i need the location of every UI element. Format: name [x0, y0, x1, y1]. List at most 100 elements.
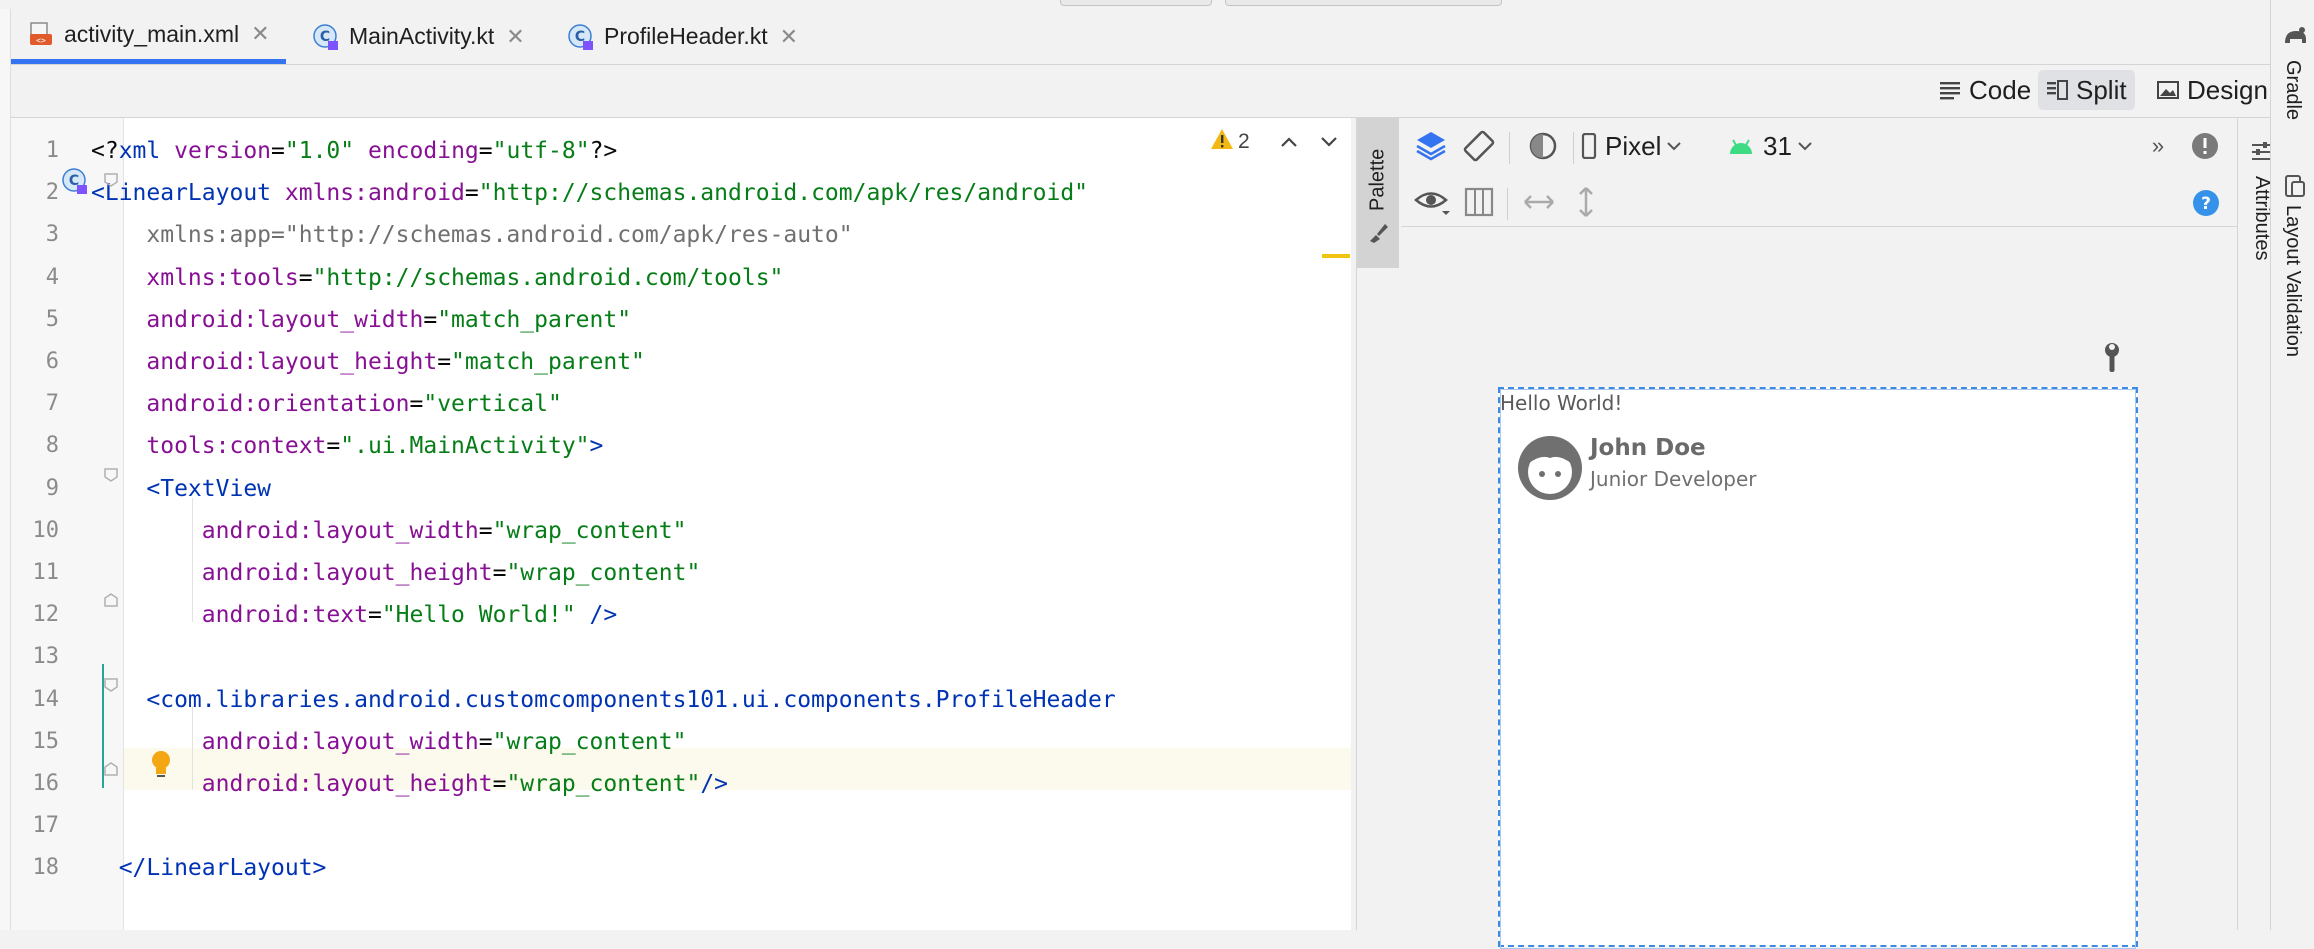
avatar-icon — [1516, 434, 1584, 507]
tab-mainactivity-kt[interactable]: C MainActivity.kt ✕ — [296, 9, 541, 64]
fold-marker-icon[interactable] — [103, 592, 119, 613]
code-token: tools:context — [91, 433, 327, 460]
code-token: ?> — [589, 138, 618, 164]
more-actions-icon[interactable]: » — [2143, 128, 2173, 164]
fold-marker-icon[interactable] — [103, 467, 119, 488]
code-token: "match_parent" — [437, 306, 632, 333]
svg-text:?: ? — [2201, 194, 2211, 214]
code-line[interactable]: android:orientation="vertical" — [91, 383, 562, 425]
fold-markers — [103, 210, 119, 700]
code-line[interactable]: <?xml version="1.0" encoding="utf-8"?> — [91, 130, 617, 172]
fold-marker-icon[interactable] — [103, 761, 119, 782]
split-view-icon — [2046, 80, 2068, 100]
line-number: 1 — [45, 138, 59, 163]
code-token: android:orientation — [91, 391, 410, 418]
line-number: 6 — [45, 349, 59, 374]
line-number: 15 — [32, 728, 60, 754]
code-line[interactable]: xmlns:tools="http://schemas.android.com/… — [91, 257, 783, 299]
tab-activity-main-xml[interactable]: <> activity_main.xml ✕ — [11, 9, 286, 64]
fold-marker-icon[interactable] — [103, 677, 119, 698]
code-token: <com.libraries.android.customcomponents1… — [91, 686, 1116, 713]
line-number: 7 — [45, 391, 59, 417]
inspection-widget[interactable]: 2 — [1210, 128, 1338, 156]
device-name: Pixel — [1605, 130, 1662, 161]
line-number: 14 — [32, 686, 60, 712]
code-token: encoding — [367, 138, 479, 164]
tab-profileheader-kt[interactable]: C ProfileHeader.kt ✕ — [551, 9, 801, 64]
eye-icon[interactable] — [1411, 184, 1455, 220]
api-level-selector[interactable]: 31 — [1727, 126, 1812, 166]
toolbar-stub — [1060, 0, 1212, 6]
code-line[interactable]: android:layout_height="wrap_content" — [91, 552, 701, 594]
next-highlight-icon[interactable] — [1320, 130, 1338, 154]
code-token: "match_parent" — [451, 349, 645, 375]
code-mode-button[interactable]: Code — [1931, 70, 2039, 110]
code-line[interactable]: android:layout_width="wrap_content" — [91, 721, 687, 763]
code-token: /> — [700, 771, 729, 797]
layout-validation-icon — [2281, 172, 2309, 200]
toolbar-stub — [1225, 0, 1502, 6]
theme-icon[interactable] — [1523, 126, 1563, 166]
code-token: = — [478, 728, 493, 755]
code-token: = — [409, 391, 424, 418]
help-icon[interactable]: ? — [2191, 188, 2221, 218]
code-token: android:layout_height — [91, 349, 438, 375]
tab-label: MainActivity.kt — [349, 23, 495, 49]
phone-icon — [1581, 133, 1597, 159]
blueprint-icon[interactable] — [1461, 184, 1497, 220]
design-mode-button[interactable]: Design — [2149, 70, 2276, 110]
fold-marker-icon[interactable] — [103, 172, 119, 193]
layers-icon[interactable] — [1411, 126, 1451, 166]
svg-text:<>: <> — [36, 36, 46, 45]
code-token: = — [437, 349, 452, 375]
image-icon — [2157, 80, 2179, 100]
code-token: android:layout_height — [91, 560, 493, 586]
code-token: = — [492, 560, 507, 586]
line-number: 18 — [32, 855, 60, 881]
code-line[interactable]: android:layout_height="match_parent" — [91, 341, 645, 383]
split-mode-button[interactable]: Split — [2038, 70, 2135, 110]
design-mode-label: Design — [2187, 74, 2268, 105]
code-line[interactable]: android:text="Hello World!" /> — [91, 594, 617, 636]
line-number: 3 — [45, 222, 59, 248]
code-line[interactable]: <com.libraries.android.customcomponents1… — [91, 679, 1116, 721]
preview-hello-text[interactable]: Hello World! — [1500, 391, 1622, 415]
close-icon[interactable]: ✕ — [780, 24, 798, 50]
code-token: /> — [589, 602, 618, 629]
kotlin-class-gutter-icon[interactable]: C — [61, 167, 89, 200]
code-line[interactable]: </LinearLayout> — [91, 847, 327, 889]
code-token: android:layout_width — [91, 306, 424, 333]
kotlin-file-icon: C — [567, 23, 595, 51]
gradle-elephant-icon — [2281, 22, 2309, 50]
code-token: = — [271, 138, 285, 164]
line-number: 12 — [32, 602, 60, 628]
orientation-icon[interactable] — [1459, 126, 1499, 166]
close-icon[interactable]: ✕ — [506, 24, 524, 50]
device-selector[interactable]: Pixel — [1581, 126, 1682, 166]
tool-window-strip: Gradle Layout Validation — [2270, 0, 2314, 930]
horizontal-resize-icon[interactable] — [1519, 184, 1559, 220]
issues-icon[interactable] — [2187, 128, 2223, 164]
code-line[interactable]: <LinearLayout xmlns:android="http://sche… — [91, 172, 1088, 214]
code-token: ".ui.MainActivity" — [340, 433, 590, 460]
code-line[interactable]: android:layout_width="match_parent" — [91, 299, 631, 341]
code-line[interactable]: xmlns:app="http://schemas.android.com/ap… — [91, 214, 852, 256]
lightbulb-icon[interactable] — [150, 749, 172, 784]
layout-validation-panel-tab[interactable]: Layout Validation — [2281, 205, 2304, 357]
code-line[interactable]: android:layout_width="wrap_content" — [91, 510, 687, 552]
close-icon[interactable]: ✕ — [251, 21, 269, 47]
wrench-icon[interactable] — [2100, 342, 2124, 379]
code-token: xmlns:tools — [91, 264, 299, 291]
vertical-resize-icon[interactable] — [1571, 182, 1601, 222]
line-number: 4 — [45, 264, 59, 290]
previous-highlight-icon[interactable] — [1280, 130, 1298, 154]
tab-label: ProfileHeader.kt — [604, 23, 768, 49]
indent-guide — [192, 498, 193, 622]
code-line[interactable]: tools:context=".ui.MainActivity"> — [91, 425, 603, 467]
editor-tab-bar: <> activity_main.xml ✕ C MainActivity.kt… — [11, 9, 2270, 65]
code-token: <LinearLayout — [91, 180, 285, 207]
code-line[interactable]: android:layout_height="wrap_content"/> — [91, 763, 728, 805]
code-token: "vertical" — [423, 391, 562, 418]
gradle-panel-tab[interactable]: Gradle — [2281, 60, 2304, 120]
xml-file-icon: <> — [27, 20, 55, 48]
